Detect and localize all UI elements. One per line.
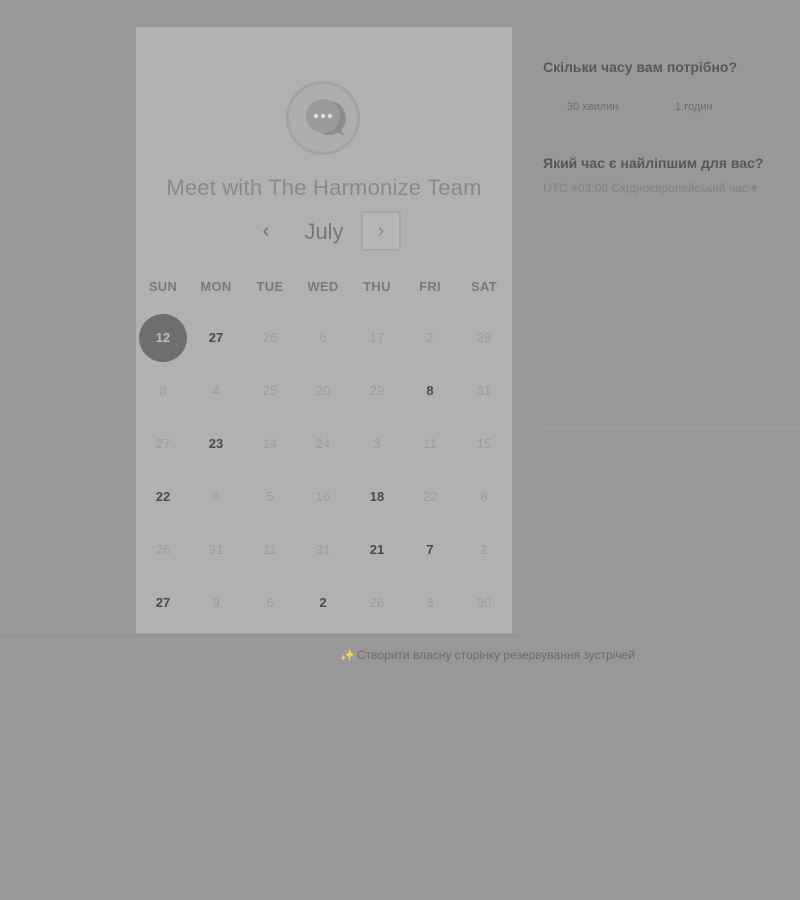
chevron-left-icon: ‹	[262, 219, 270, 242]
calendar-day[interactable]: 31	[192, 526, 240, 574]
calendar-day[interactable]: 7	[406, 526, 454, 574]
sparkle-icon: ✨	[340, 648, 355, 662]
calendar-day[interactable]: 8	[192, 473, 240, 521]
calendar-day[interactable]: 17	[353, 314, 401, 362]
calendar-day[interactable]: 12	[139, 314, 187, 362]
calendar-day[interactable]: 2	[406, 314, 454, 362]
chat-bubble-logo-icon	[286, 81, 360, 155]
calendar-day[interactable]: 26	[353, 579, 401, 627]
calendar-day[interactable]: 3	[353, 420, 401, 468]
calendar-day[interactable]: 8	[406, 367, 454, 415]
weekday-label: SAT	[471, 279, 497, 294]
calendar-day[interactable]: 9	[192, 579, 240, 627]
create-booking-page-text: Створити власну сторінку резервування зу…	[356, 648, 636, 662]
calendar-day[interactable]: 29	[353, 367, 401, 415]
time-slot[interactable]: 1:00 pm	[543, 341, 800, 361]
calendar-day[interactable]: 26	[139, 526, 187, 574]
calendar-day[interactable]: 22	[406, 473, 454, 521]
calendar-day[interactable]: 11	[406, 420, 454, 468]
weekday-label: WED	[307, 279, 339, 294]
time-selection-panel: Скільки часу вам потрібно? 30 хвилин 1 г…	[543, 0, 800, 640]
time-slot[interactable]: 3:30 pm	[543, 567, 800, 587]
month-navigation: ‹ July ›	[136, 211, 512, 253]
calendar-day[interactable]: 27	[139, 579, 187, 627]
calendar-day[interactable]: 6	[299, 314, 347, 362]
calendar-day[interactable]: 26	[246, 314, 294, 362]
calendar-day[interactable]: 28	[460, 314, 508, 362]
calendar-day[interactable]: 27	[192, 314, 240, 362]
time-slot[interactable]: 3:00 pm	[543, 511, 800, 531]
timezone-label: UTC +03:00 Східноєвропейський час	[543, 181, 748, 195]
weekday-label: SUN	[148, 279, 178, 294]
calendar-day[interactable]: 3	[406, 579, 454, 627]
chevron-right-icon: ›	[377, 219, 385, 242]
calendar-day[interactable]: 2	[460, 526, 508, 574]
booking-card: Meet with The Harmonize Team ‹ July › SU…	[136, 27, 512, 633]
caret-down-icon: ▾	[751, 181, 758, 195]
timezone-select[interactable]: UTC +03:00 Східноєвропейський час ▾	[543, 181, 757, 195]
calendar-day[interactable]: 21	[353, 526, 401, 574]
time-slot[interactable]: 9:00 am	[543, 228, 800, 248]
calendar-day[interactable]: 6	[246, 579, 294, 627]
calendar-day[interactable]: 31	[460, 367, 508, 415]
create-booking-page-link[interactable]: ✨ Створити власну сторінку резервування з…	[340, 648, 635, 662]
background-divider	[0, 635, 520, 636]
slot-divider	[543, 428, 800, 429]
calendar-day[interactable]: 25	[246, 367, 294, 415]
month-label: July	[304, 219, 344, 244]
calendar-day[interactable]: 16	[299, 473, 347, 521]
prev-month-button[interactable]: ‹	[252, 215, 280, 247]
calendar-day[interactable]: 22	[139, 473, 187, 521]
time-question: Який час є найліпшим для вас?	[543, 155, 764, 171]
weekday-label: MON	[200, 279, 232, 294]
duration-option-30min[interactable]: 30 хвилин	[567, 97, 618, 117]
calendar-day[interactable]: 20	[299, 367, 347, 415]
weekday-label: TUE	[256, 279, 284, 294]
weekday-label: THU	[363, 279, 391, 294]
duration-option-1hour[interactable]: 1 годин	[675, 97, 712, 117]
booking-title: Meet with The Harmonize Team	[166, 175, 482, 200]
calendar-day[interactable]: 2	[299, 579, 347, 627]
calendar-day[interactable]: 11	[246, 526, 294, 574]
calendar-day[interactable]: 31	[299, 526, 347, 574]
weekday-label: FRI	[419, 279, 441, 294]
calendar-day[interactable]: 8	[460, 473, 508, 521]
calendar-day[interactable]: 27	[139, 420, 187, 468]
calendar-day[interactable]: 23	[192, 420, 240, 468]
calendar-day[interactable]: 8	[139, 367, 187, 415]
calendar-day[interactable]: 4	[192, 367, 240, 415]
time-slot[interactable]: 9:30 am	[543, 284, 800, 304]
calendar-day[interactable]: 5	[246, 473, 294, 521]
calendar-day[interactable]: 30	[460, 579, 508, 627]
next-month-button[interactable]: ›	[361, 211, 401, 251]
time-slot[interactable]: 2:00 pm	[543, 398, 800, 418]
calendar-day[interactable]: 15	[460, 420, 508, 468]
calendar-day[interactable]: 18	[353, 473, 401, 521]
duration-question: Скільки часу вам потрібно?	[543, 59, 738, 75]
calendar-day[interactable]: 24	[299, 420, 347, 468]
time-slot[interactable]: 2:30 pm	[543, 455, 800, 475]
weekday-header: SUN MON TUE WED THU FRI SAT	[136, 279, 512, 299]
calendar-day[interactable]: 14	[246, 420, 294, 468]
